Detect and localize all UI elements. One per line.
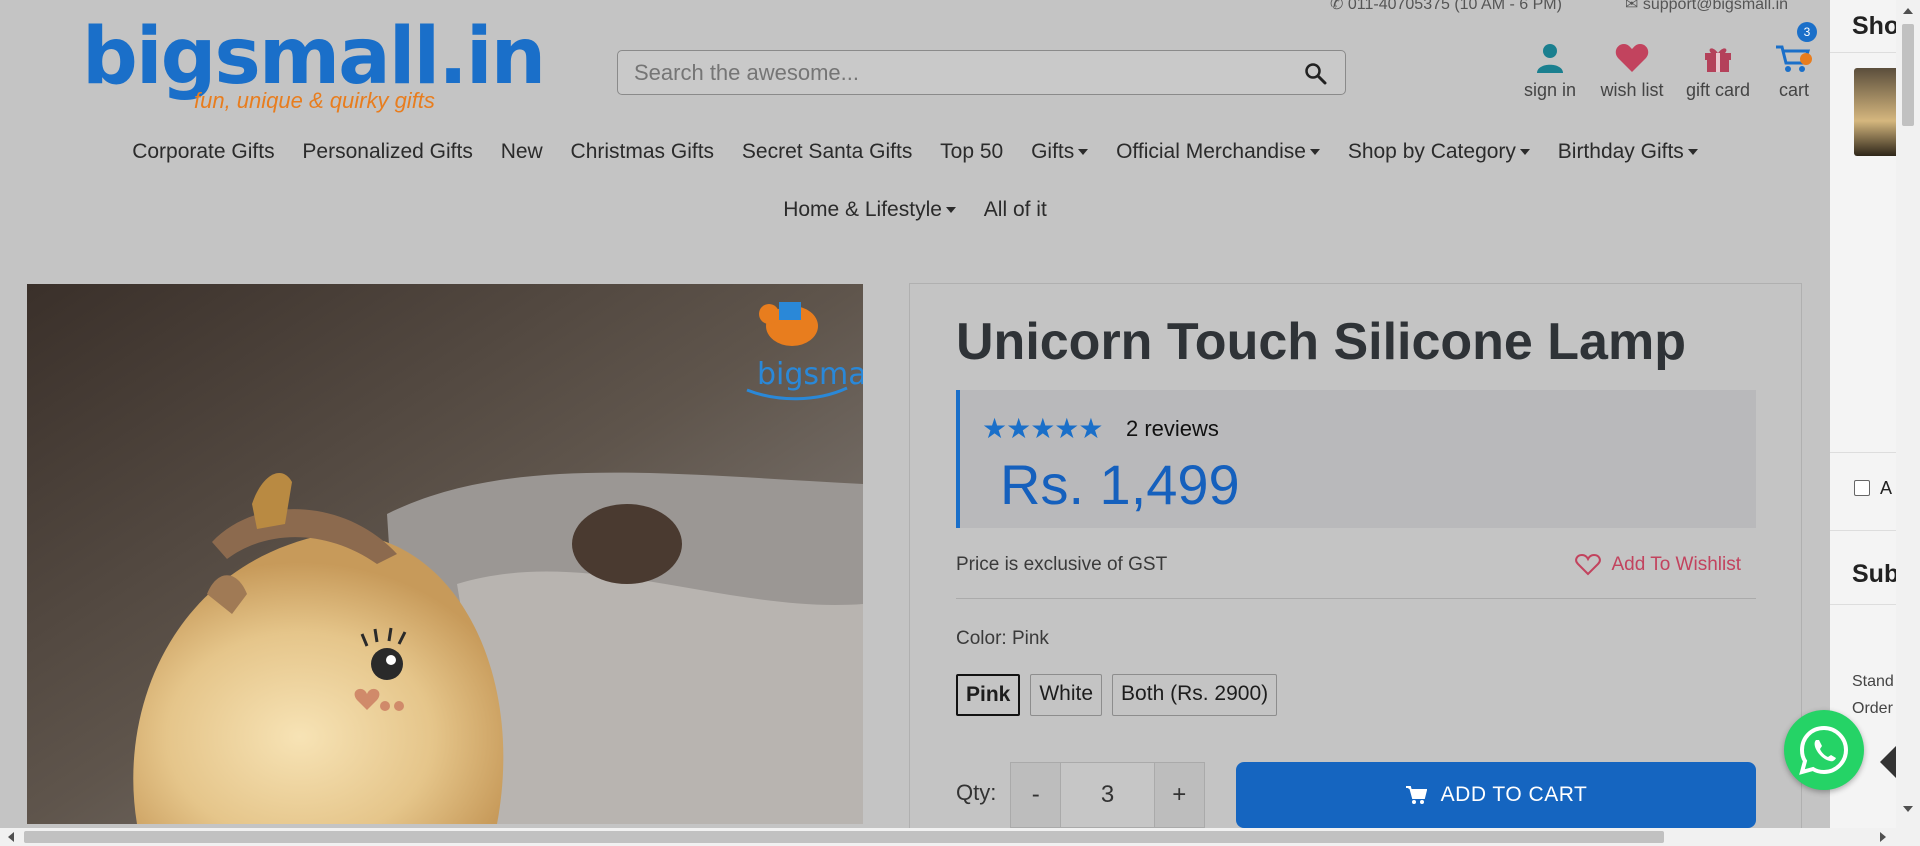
color-option-pink[interactable]: Pink xyxy=(956,674,1021,716)
caret-down-icon xyxy=(945,207,956,214)
scroll-thumb[interactable] xyxy=(24,831,1664,843)
drawer-checkbox-label: A xyxy=(1880,478,1893,498)
scroll-down-icon[interactable] xyxy=(1903,806,1913,812)
cart-icon xyxy=(1405,786,1427,804)
caret-down-icon xyxy=(1687,149,1698,156)
scroll-right-icon[interactable] xyxy=(1880,832,1886,842)
gift-icon xyxy=(1705,48,1731,72)
site-logo[interactable]: bigsmall.in fun, unique & quirky gifts xyxy=(82,12,546,114)
add-to-cart-button[interactable]: ADD TO CART xyxy=(1236,762,1756,828)
nav-top-50[interactable]: Top 50 xyxy=(940,140,1003,163)
nav-christmas-gifts[interactable]: Christmas Gifts xyxy=(571,140,715,163)
whatsapp-chat-button[interactable] xyxy=(1784,710,1864,790)
search-icon[interactable] xyxy=(1303,61,1327,85)
main-nav: Corporate Gifts Personalized Gifts New C… xyxy=(0,140,1830,164)
divider xyxy=(956,598,1756,599)
support-phone[interactable]: ✆ 011-40705375 (10 AM - 6 PM) xyxy=(1330,0,1562,14)
quantity-input[interactable]: 3 xyxy=(1060,763,1155,827)
nav-personalized-gifts[interactable]: Personalized Gifts xyxy=(302,140,472,163)
color-label: Color: Pink xyxy=(956,628,1049,649)
phone-icon: ✆ xyxy=(1330,0,1348,13)
quantity-decrease-button[interactable]: - xyxy=(1011,763,1060,827)
support-email[interactable]: ✉ support@bigsmall.in xyxy=(1625,0,1788,14)
color-options: Pink White Both (Rs. 2900) xyxy=(956,674,1278,716)
nav-all-of-it[interactable]: All of it xyxy=(984,198,1047,221)
color-option-white[interactable]: White xyxy=(1030,674,1103,716)
quantity-increase-button[interactable]: + xyxy=(1155,763,1204,827)
wish-list-link[interactable]: wish list xyxy=(1587,40,1677,101)
nav-secret-santa-gifts[interactable]: Secret Santa Gifts xyxy=(742,140,912,163)
horizontal-scrollbar[interactable] xyxy=(0,828,1920,846)
user-icon xyxy=(1537,44,1563,73)
drawer-subtotal-heading: Sub xyxy=(1852,560,1900,588)
cart-count-badge: 3 xyxy=(1797,22,1817,42)
color-option-both[interactable]: Both (Rs. 2900) xyxy=(1112,674,1278,716)
quantity-stepper: - 3 + xyxy=(1010,762,1205,828)
drawer-heading: Sho xyxy=(1852,12,1900,40)
logo-brand: bigsmall.in xyxy=(82,12,546,102)
caret-down-icon xyxy=(1078,149,1089,156)
drawer-collapse-arrow-icon[interactable] xyxy=(1880,746,1896,778)
scroll-up-icon[interactable] xyxy=(1903,8,1913,14)
mail-icon: ✉ xyxy=(1625,0,1643,13)
quantity-label: Qty: xyxy=(956,780,997,805)
price-box: ★★★★★ 2 reviews Rs. 1,499 xyxy=(956,390,1756,528)
product-price: Rs. 1,499 xyxy=(1000,453,1240,516)
vertical-scrollbar[interactable] xyxy=(1896,0,1920,828)
scroll-thumb[interactable] xyxy=(1902,24,1914,126)
nav-corporate-gifts[interactable]: Corporate Gifts xyxy=(132,140,274,163)
whatsapp-icon xyxy=(1799,725,1849,775)
nav-home-lifestyle[interactable]: Home & Lifestyle xyxy=(783,198,956,221)
search-bar xyxy=(617,50,1346,95)
nav-official-merchandise[interactable]: Official Merchandise xyxy=(1116,140,1320,163)
search-input[interactable] xyxy=(618,51,1278,94)
drawer-shipping-info: Stand Order xyxy=(1852,673,1894,717)
unicorn-lamp-photo: bigsmall.in xyxy=(27,284,863,824)
rating-stars[interactable]: ★★★★★ xyxy=(982,412,1104,445)
product-image[interactable]: bigsmall.in xyxy=(27,284,863,824)
product-title: Unicorn Touch Silicone Lamp xyxy=(956,313,1686,371)
nav-birthday-gifts[interactable]: Birthday Gifts xyxy=(1558,140,1698,163)
cart-link[interactable]: 3 cart xyxy=(1749,22,1839,101)
heart-outline-icon xyxy=(1575,554,1602,576)
svg-text:bigsmall.in: bigsmall.in xyxy=(757,357,863,392)
add-to-wishlist-button[interactable]: Add To Wishlist xyxy=(1575,554,1741,576)
scroll-left-icon[interactable] xyxy=(8,832,14,842)
product-info-panel: Unicorn Touch Silicone Lamp ★★★★★ 2 revi… xyxy=(909,283,1802,843)
review-count-link[interactable]: 2 reviews xyxy=(1126,416,1219,442)
main-nav-row2: Home & Lifestyle All of it xyxy=(0,198,1830,222)
nav-gifts[interactable]: Gifts xyxy=(1031,140,1089,163)
caret-down-icon xyxy=(1519,149,1530,156)
caret-down-icon xyxy=(1309,149,1320,156)
nav-new[interactable]: New xyxy=(501,140,543,163)
cart-icon xyxy=(1776,45,1812,72)
gst-note: Price is exclusive of GST xyxy=(956,554,1168,575)
drawer-checkbox[interactable] xyxy=(1854,480,1870,496)
heart-icon xyxy=(1615,44,1649,72)
sign-in-link[interactable]: sign in xyxy=(1505,40,1595,101)
nav-shop-by-category[interactable]: Shop by Category xyxy=(1348,140,1530,163)
